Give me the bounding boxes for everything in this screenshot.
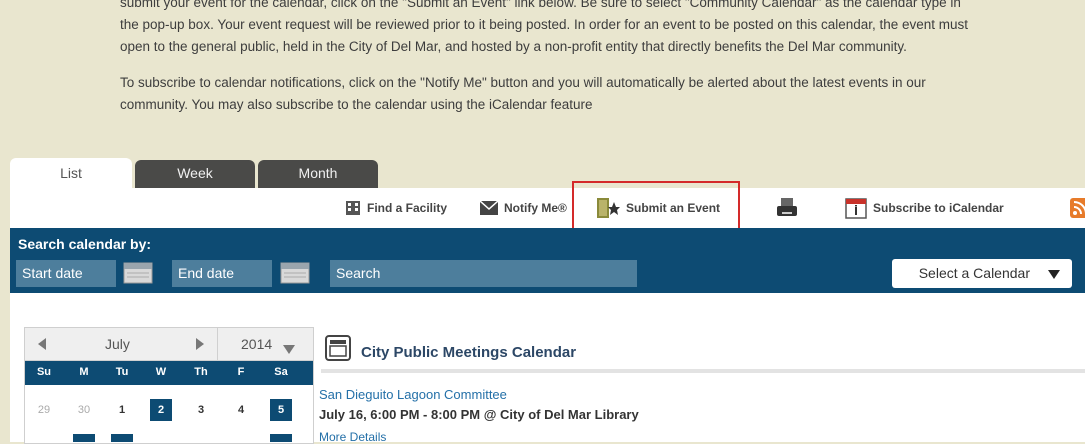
dow-label: Tu	[115, 366, 129, 378]
calendar-content: July 2014 Su M Tu W Th F Sa 29 30 1 2 3 …	[10, 293, 1085, 444]
calendar-day[interactable]: 3	[190, 399, 212, 421]
intro-line: submit your event for the calendar, clic…	[120, 0, 961, 10]
meetings-calendar-header: City Public Meetings Calendar	[321, 329, 1085, 373]
select-calendar-dropdown[interactable]: Select a Calendar	[892, 259, 1072, 288]
dow-label: M	[79, 366, 89, 378]
print-button[interactable]	[775, 188, 805, 228]
subscribe-icalendar-label: Subscribe to iCalendar	[873, 201, 1004, 215]
calendar-day-with-event[interactable]	[73, 434, 95, 442]
select-calendar-label: Select a Calendar	[918, 265, 1030, 281]
search-input[interactable]: Search	[330, 260, 637, 287]
intro-line: To subscribe to calendar notifications, …	[120, 75, 926, 90]
mini-calendar: July 2014 Su M Tu W Th F Sa 29 30 1 2 3 …	[24, 327, 314, 444]
rss-button[interactable]	[1070, 188, 1085, 228]
year-label[interactable]: 2014	[241, 336, 272, 352]
start-date-field[interactable]: Start date	[16, 260, 116, 287]
notify-me-label: Notify Me®	[504, 201, 567, 215]
calendar-day[interactable]: 1	[111, 399, 133, 421]
dow-label: W	[155, 366, 167, 378]
tab-month[interactable]: Month	[258, 160, 378, 188]
tab-list[interactable]: List	[10, 158, 132, 188]
calendar-day[interactable]: 4	[230, 399, 252, 421]
header-divider	[217, 328, 218, 360]
intro-line: community. You may also subscribe to the…	[120, 97, 593, 112]
next-month-icon[interactable]	[195, 337, 205, 353]
intro-paragraph-2: To subscribe to calendar notifications, …	[120, 72, 1085, 116]
intro-line: the pop-up box. Your event request will …	[120, 17, 969, 32]
rss-icon	[1070, 198, 1085, 218]
building-icon	[346, 201, 360, 215]
calendar-day[interactable]: 30	[73, 399, 95, 421]
intro-text: submit your event for the calendar, clic…	[120, 0, 1085, 116]
calendar-icon	[325, 335, 351, 361]
mini-calendar-header: July 2014	[25, 328, 313, 361]
calendar-day-with-event[interactable]	[111, 434, 133, 442]
intro-paragraph-1: submit your event for the calendar, clic…	[120, 0, 1085, 58]
find-facility-button[interactable]: Find a Facility	[345, 188, 447, 228]
dow-label: Sa	[274, 366, 288, 378]
event-title-link[interactable]: San Dieguito Lagoon Committee	[319, 387, 507, 402]
calendar-day-with-event[interactable]: 2	[150, 399, 172, 421]
event-time: July 16, 6:00 PM - 8:00 PM @ City of Del…	[319, 407, 639, 422]
intro-line: open to the general public, held in the …	[120, 39, 907, 54]
notify-me-button[interactable]: Notify Me®	[480, 188, 567, 228]
dow-label: Su	[36, 366, 52, 378]
start-date-calendar-icon[interactable]	[123, 262, 153, 284]
calendar-toolbar: Find a Facility Notify Me® Submit an Eve…	[10, 188, 1085, 228]
end-date-calendar-icon[interactable]	[280, 262, 310, 284]
year-dropdown-icon[interactable]	[283, 341, 295, 357]
month-label: July	[105, 336, 130, 352]
day-of-week-row: Su M Tu W Th F Sa	[25, 361, 313, 385]
calendar-day-with-event[interactable]: 5	[270, 399, 292, 421]
icalendar-icon	[845, 198, 867, 219]
subscribe-icalendar-button[interactable]: Subscribe to iCalendar	[845, 188, 1004, 228]
calendar-day[interactable]: 29	[33, 399, 55, 421]
dow-label: F	[237, 366, 245, 378]
prev-month-icon[interactable]	[37, 337, 47, 353]
end-date-field[interactable]: End date	[172, 260, 272, 287]
find-facility-label: Find a Facility	[367, 201, 448, 215]
envelope-icon	[480, 201, 498, 215]
tab-week[interactable]: Week	[135, 160, 255, 188]
dow-label: Th	[194, 366, 208, 378]
search-bar: Search calendar by: Start date End date …	[10, 228, 1085, 293]
meetings-calendar-title: City Public Meetings Calendar	[361, 344, 577, 361]
search-title: Search calendar by:	[18, 236, 152, 252]
chevron-down-icon	[1048, 270, 1060, 279]
printer-icon	[777, 198, 797, 216]
calendar-day-with-event[interactable]	[270, 434, 292, 442]
